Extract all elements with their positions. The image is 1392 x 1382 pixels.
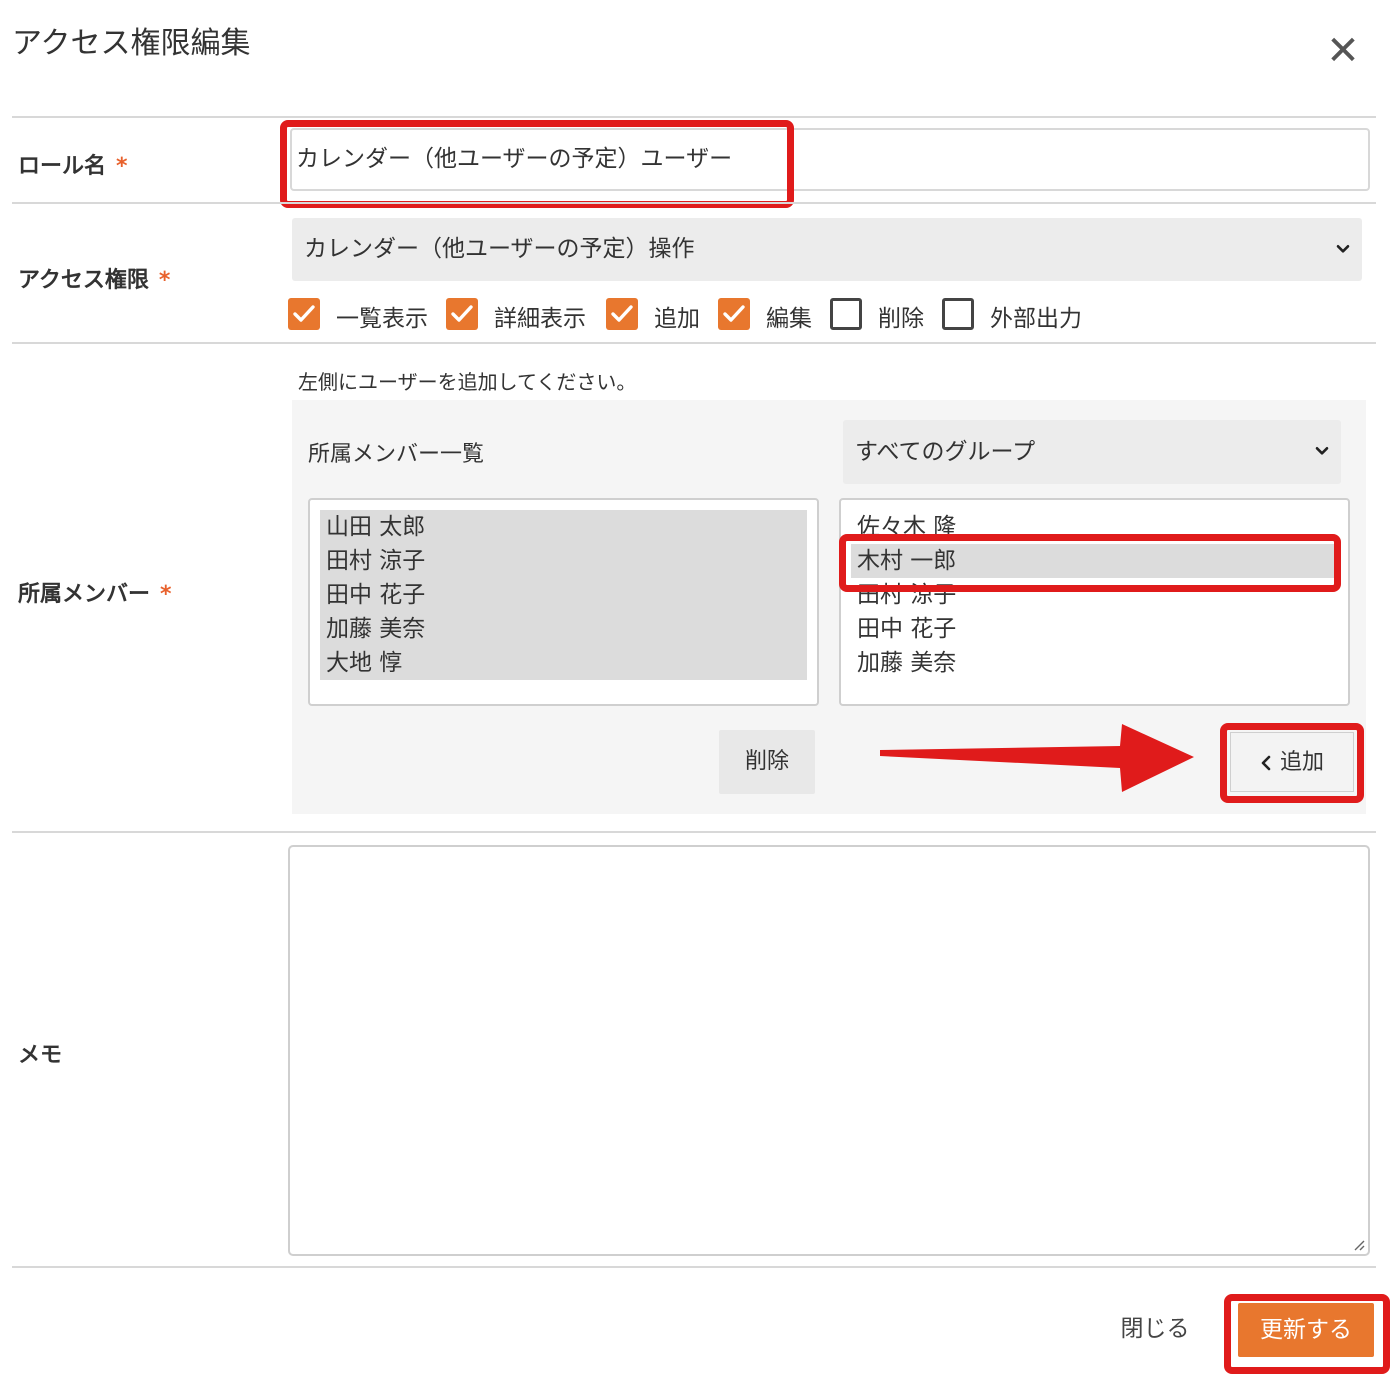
group-select[interactable]: すべてのグループ — [843, 420, 1341, 484]
list-item[interactable]: 山田 太郎 — [320, 510, 807, 544]
permission-label: 削除 — [878, 306, 924, 332]
add-member-label: 追加 — [1279, 750, 1324, 775]
list-item[interactable]: 佐々木 隆 — [851, 510, 1338, 544]
update-button[interactable]: 更新する — [1238, 1303, 1374, 1357]
permission-checkbox[interactable] — [718, 298, 750, 330]
list-item[interactable]: 加藤 美奈 — [320, 612, 807, 646]
checkmark-icon — [611, 305, 633, 322]
divider — [12, 116, 1376, 118]
resize-handle-icon[interactable] — [1351, 1237, 1365, 1251]
list-item[interactable]: 田中 花子 — [851, 612, 1338, 646]
list-item[interactable]: 大地 惇 — [320, 646, 807, 680]
members-list-title: 所属メンバー一覧 — [308, 442, 485, 467]
permission-label: 一覧表示 — [336, 306, 428, 332]
permission-checkbox[interactable] — [288, 298, 320, 330]
members-label: 所属メンバー * — [18, 582, 172, 607]
role-name-label: ロール名 * — [18, 154, 128, 179]
remove-member-button[interactable]: 削除 — [719, 730, 815, 794]
memo-label: メモ — [18, 1043, 63, 1068]
list-item[interactable]: 田中 花子 — [320, 578, 807, 612]
required-mark: * — [158, 268, 171, 293]
required-mark: * — [116, 154, 128, 179]
access-select-value: カレンダー（他ユーザーの予定）操作 — [304, 236, 695, 262]
divider — [12, 831, 1376, 833]
permission-checkboxes: 一覧表示 詳細表示 追加 編集 削除 外部出力 — [288, 298, 1188, 332]
divider — [12, 1266, 1376, 1268]
divider — [12, 342, 1376, 344]
permission-checkbox[interactable] — [830, 298, 862, 330]
checkmark-icon — [451, 305, 473, 322]
permission-checkbox[interactable] — [606, 298, 638, 330]
close-button[interactable]: 閉じる — [1110, 1308, 1200, 1350]
chevron-down-icon — [1336, 244, 1350, 253]
permission-checkbox[interactable] — [942, 298, 974, 330]
annotation-arrow — [880, 724, 1194, 792]
checkmark-icon — [293, 305, 315, 322]
permission-checkbox[interactable] — [446, 298, 478, 330]
members-hint: 左側にユーザーを追加してください。 — [298, 370, 637, 394]
permission-label: 外部出力 — [990, 306, 1082, 332]
permission-label: 追加 — [654, 306, 700, 332]
list-item[interactable]: 田村 涼子 — [851, 578, 1338, 612]
permission-label: 編集 — [766, 306, 812, 332]
close-icon[interactable]: ✕ — [1322, 30, 1364, 72]
group-select-value: すべてのグループ — [855, 439, 1036, 465]
role-name-input[interactable]: カレンダー（他ユーザーの予定）ユーザー — [290, 128, 1370, 191]
required-mark: * — [160, 582, 172, 607]
permission-label: 詳細表示 — [494, 306, 586, 332]
add-member-button[interactable]: 追加 — [1230, 732, 1354, 792]
available-members-list[interactable]: 佐々木 隆木村 一郎 田村 涼子 田中 花子 加藤 美奈 — [839, 498, 1350, 706]
divider — [12, 202, 1376, 204]
checkmark-icon — [723, 305, 745, 322]
chevron-down-icon — [1315, 446, 1329, 455]
list-item[interactable]: 田村 涼子 — [320, 544, 807, 578]
access-select[interactable]: カレンダー（他ユーザーの予定）操作 — [292, 218, 1362, 281]
dialog-title: アクセス権限編集 — [12, 26, 251, 61]
chevron-left-icon — [1261, 755, 1271, 771]
access-label: アクセス権限 * — [18, 268, 171, 293]
assigned-members-list[interactable]: 山田 太郎 田村 涼子 田中 花子 加藤 美奈 大地 惇 — [308, 498, 819, 706]
list-item[interactable]: 木村 一郎 — [851, 544, 1338, 578]
list-item[interactable]: 加藤 美奈 — [851, 646, 1338, 680]
memo-textarea[interactable] — [288, 845, 1370, 1256]
